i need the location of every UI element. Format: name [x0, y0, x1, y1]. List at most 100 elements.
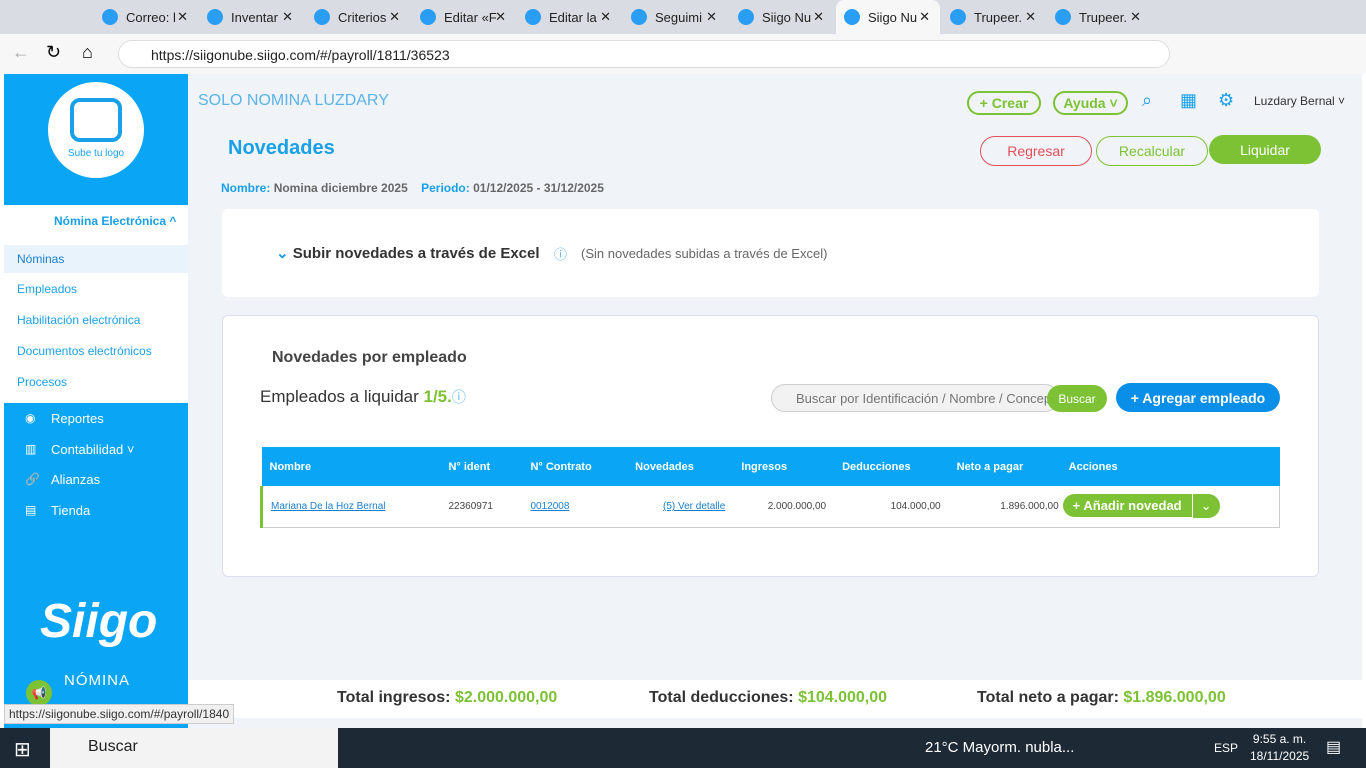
browser-tab[interactable]: Editar «F ✕	[412, 0, 516, 34]
col-deducciones[interactable]: Deducciones	[834, 447, 949, 486]
col-neto[interactable]: Neto a pagar	[949, 447, 1061, 486]
close-tab-icon[interactable]: ✕	[600, 9, 611, 25]
notifications-icon[interactable]: ▤	[1326, 737, 1341, 757]
browser-tab[interactable]: Seguimi ✕	[623, 0, 727, 34]
count-label: Empleados a liquidar	[260, 387, 419, 406]
taskbar-search[interactable]: Buscar	[50, 728, 338, 768]
col-ingresos[interactable]: Ingresos	[733, 447, 834, 486]
col-ident[interactable]: N° ident	[440, 447, 522, 486]
tab-favicon	[631, 9, 647, 25]
windows-start-icon[interactable]: ⊞	[14, 737, 31, 762]
store-icon: ▤	[25, 503, 37, 517]
tab-title: Siigo Nu	[868, 9, 918, 25]
ver-detalle-link[interactable]: (5) Ver detalle	[663, 501, 725, 512]
tab-favicon	[738, 9, 754, 25]
col-nombre[interactable]: Nombre	[262, 447, 441, 486]
nomina-submenu: Nómina Electrónica ^ Nóminas Empleados H…	[4, 205, 188, 403]
accounting-icon: ▥	[25, 442, 37, 456]
excel-title: Subir novedades a través de Excel	[292, 245, 540, 262]
employee-name-link[interactable]: Mariana De la Hoz Bernal	[271, 501, 386, 512]
contract-link[interactable]: 0012008	[530, 501, 569, 512]
close-tab-icon[interactable]: ✕	[1025, 9, 1036, 25]
language[interactable]: ESP	[1214, 741, 1238, 755]
buscar-button[interactable]: Buscar	[1047, 385, 1107, 412]
sub-item-documentos[interactable]: Documentos electrónicos	[17, 344, 152, 358]
col-contrato[interactable]: N° Contrato	[522, 447, 627, 486]
browser-tab[interactable]: Correo: l ✕	[94, 0, 198, 34]
sub-item-procesos[interactable]: Procesos	[17, 375, 67, 389]
payroll-info: Nombre: Nomina diciembre 2025 Periodo: 0…	[221, 181, 604, 195]
help-icon[interactable]: ⓘ	[554, 244, 567, 263]
tab-favicon	[102, 9, 118, 25]
camera-icon	[70, 98, 122, 142]
close-tab-icon[interactable]: ✕	[389, 9, 400, 25]
value: $104.000,00	[798, 689, 888, 706]
value: $1.896.000,00	[1123, 689, 1226, 706]
sidebar-item-alianzas[interactable]: 🔗 Alianzas	[25, 472, 100, 487]
label: Total ingresos:	[337, 689, 451, 706]
row-actions-dropdown[interactable]: ⌄	[1192, 494, 1220, 519]
browser-tab[interactable]: Criterios ✕	[306, 0, 410, 34]
date: 18/11/2025	[1250, 749, 1310, 763]
user-menu[interactable]: Luzdary Bernal ˅	[1254, 94, 1345, 108]
sidebar-item-reportes[interactable]: ◉ Reportes	[25, 411, 104, 426]
announcement-icon[interactable]: 📢	[26, 680, 52, 706]
tab-favicon	[1055, 9, 1071, 25]
reports-icon: ◉	[25, 411, 36, 425]
tab-title: Siigo Nu	[762, 9, 812, 25]
regresar-button[interactable]: Regresar	[980, 136, 1092, 166]
col-acciones: Acciones	[1068, 460, 1118, 473]
search-input[interactable]	[771, 384, 1059, 412]
back-icon[interactable]: ←	[12, 42, 30, 63]
calendar-icon[interactable]: ▦	[1180, 90, 1197, 111]
upload-logo-button[interactable]: Sube tu logo	[48, 82, 144, 178]
excel-toggle[interactable]: ⌄ Subir novedades a través de Excel	[276, 244, 540, 262]
browser-tab[interactable]: Siigo Nu ✕	[836, 0, 940, 34]
taskbar: ⊞ Buscar 21°C Mayorm. nubla... ESP 9:55 …	[0, 728, 1366, 768]
add-novedad-button[interactable]: + Añadir novedad	[1062, 494, 1192, 518]
clock[interactable]: 9:55 a. m. 18/11/2025	[1250, 732, 1309, 763]
employees-count: Empleados a liquidar 1/5.ⓘ	[260, 387, 466, 406]
browser-tab[interactable]: Trupeer. ✕	[942, 0, 1046, 34]
close-tab-icon[interactable]: ✕	[919, 9, 930, 25]
close-tab-icon[interactable]: ✕	[495, 9, 506, 25]
col-novedades[interactable]: Novedades	[627, 447, 733, 486]
sidebar-item-tienda[interactable]: ▤ Tienda	[25, 503, 90, 518]
refresh-icon[interactable]: ↻	[46, 42, 61, 63]
nombre-label: Nombre:	[221, 181, 271, 195]
browser-tab[interactable]: Editar la ✕	[517, 0, 621, 34]
link-icon: 🔗	[25, 472, 40, 486]
close-tab-icon[interactable]: ✕	[813, 9, 824, 25]
url-field[interactable]: https://siigonube.siigo.com/#/payroll/18…	[118, 40, 1170, 68]
table-row: Mariana De la Hoz Bernal 22360971 001200…	[261, 486, 1280, 527]
sub-item-empleados[interactable]: Empleados	[17, 282, 77, 296]
recalcular-button[interactable]: Recalcular	[1096, 136, 1208, 166]
browser-tab[interactable]: Siigo Nu ✕	[730, 0, 834, 34]
close-tab-icon[interactable]: ✕	[706, 9, 717, 25]
close-tab-icon[interactable]: ✕	[1130, 9, 1141, 25]
sidebar-item-contabilidad[interactable]: ▥ Contabilidad ˅	[25, 442, 134, 457]
cell-neto: 1.896.000,00	[1000, 500, 1059, 512]
browser-tab[interactable]: Inventar ✕	[199, 0, 303, 34]
home-icon[interactable]: ⌂	[82, 42, 93, 63]
section-nomina-electronica[interactable]: Nómina Electrónica ^	[54, 214, 176, 228]
status-url: https://siigonube.siigo.com/#/payroll/18…	[4, 704, 235, 724]
gear-icon[interactable]: ⚙	[1218, 90, 1234, 111]
add-employee-button[interactable]: + Agregar empleado	[1116, 383, 1280, 412]
close-tab-icon[interactable]: ✕	[282, 9, 293, 25]
weather[interactable]: 21°C Mayorm. nubla...	[925, 739, 1074, 756]
crear-button[interactable]: + Crear	[967, 91, 1041, 115]
search-icon[interactable]: ⌕	[1142, 90, 1152, 111]
browser-tab[interactable]: Trupeer. ✕	[1047, 0, 1151, 34]
close-tab-icon[interactable]: ✕	[177, 9, 188, 25]
sub-item-habilitacion[interactable]: Habilitación electrónica	[17, 313, 140, 327]
tab-favicon	[950, 9, 966, 25]
ayuda-button[interactable]: Ayuda ˅	[1053, 91, 1128, 115]
liquidar-button[interactable]: Liquidar	[1209, 135, 1321, 164]
tab-title: Inventar	[231, 9, 278, 25]
tab-favicon	[207, 9, 223, 25]
tab-favicon	[844, 9, 860, 25]
tab-title: Seguimi	[655, 9, 702, 25]
company-name: SOLO NOMINA LUZDARY	[198, 92, 389, 109]
sub-item-nominas[interactable]: Nóminas	[17, 252, 64, 266]
